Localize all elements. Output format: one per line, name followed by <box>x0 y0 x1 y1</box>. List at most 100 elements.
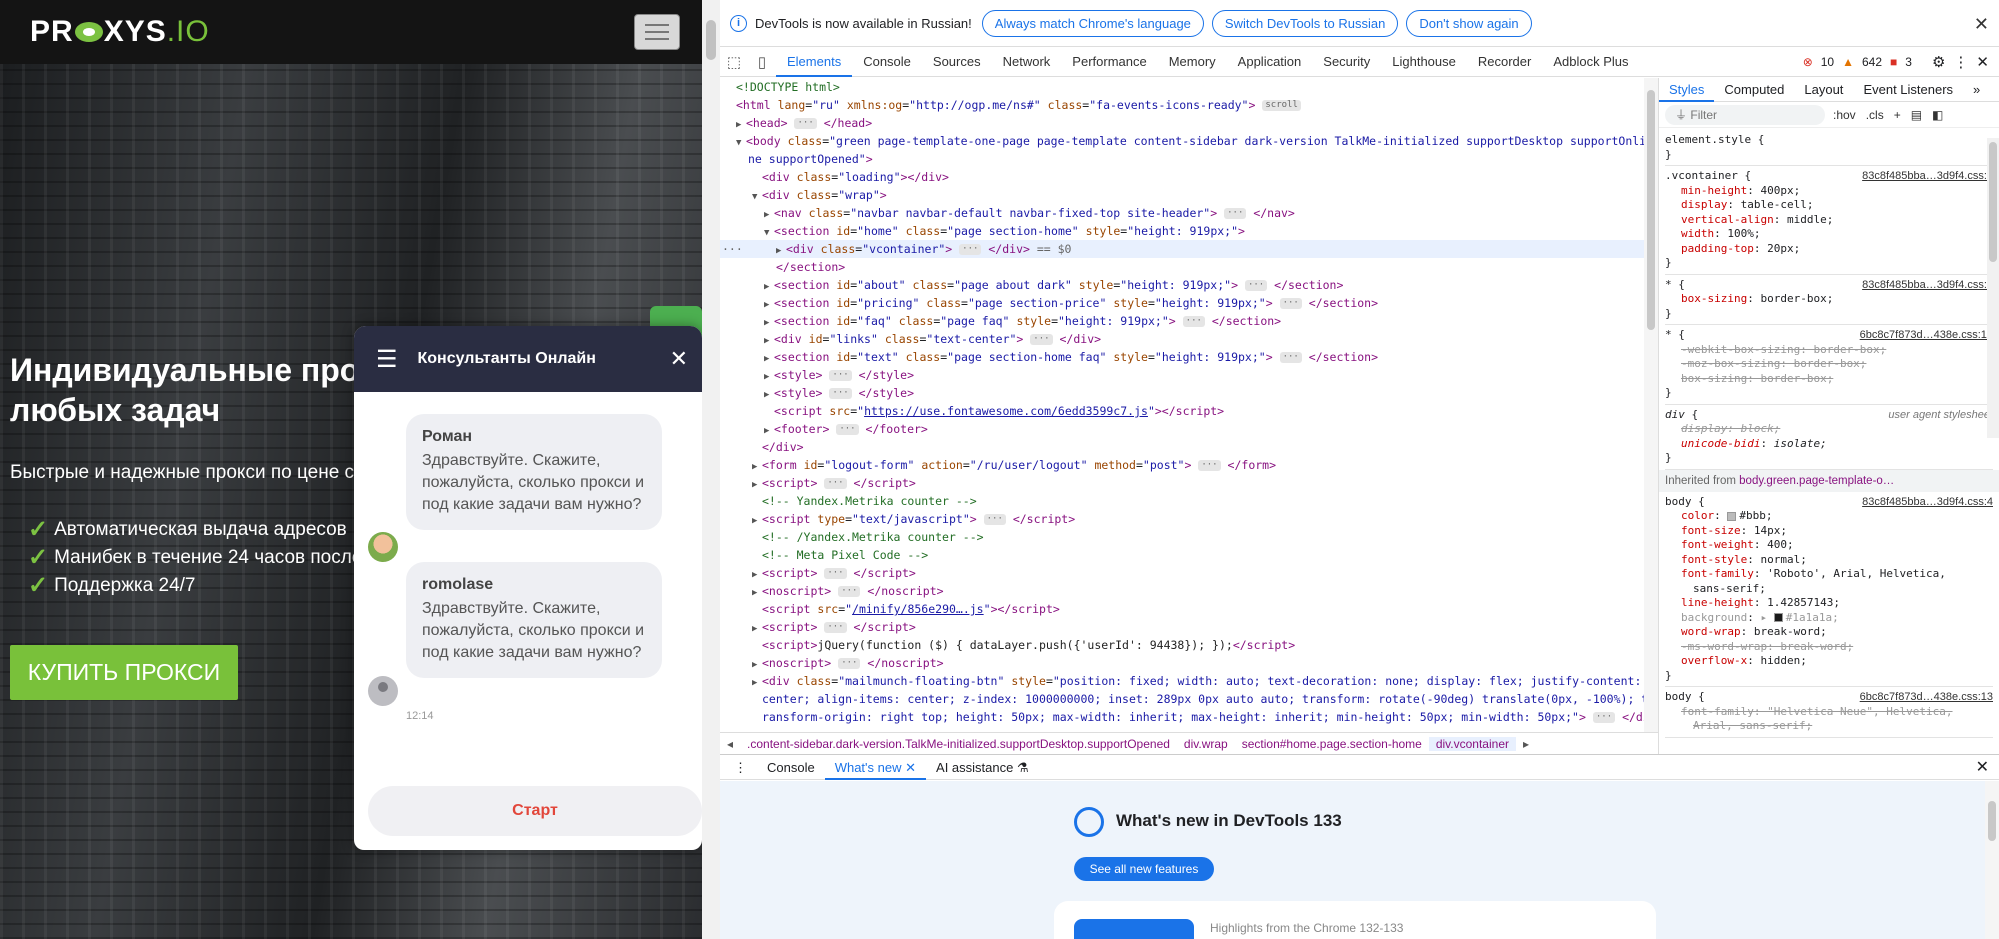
dom-node-selected[interactable]: ··· ▶ <div class="vcontainer"> ··· </div> … <box>720 240 1644 258</box>
sidebar-toggle-icon[interactable]: ◧ <box>1932 108 1943 122</box>
inherited-link[interactable]: body.green.page-template-o… <box>1739 475 1894 487</box>
tab-lighthouse[interactable]: Lighthouse <box>1381 47 1467 77</box>
drawer-tab-whats-new[interactable]: What's new ✕ <box>824 755 927 780</box>
css-rule[interactable]: * {6bc8c7f873d…438e.css:13 -webkit-box-s… <box>1665 325 1993 405</box>
dom-node[interactable]: ▼ <body class="green page-template-one-pa… <box>720 132 1644 150</box>
dom-node[interactable]: ▶ <script> ··· </script> <box>720 564 1644 582</box>
hamburger-menu-button[interactable] <box>634 14 680 50</box>
dom-node[interactable]: ▶ <section id="faq" class="page faq" styl… <box>720 312 1644 330</box>
dom-node[interactable]: ne supportOpened"> <box>720 150 1644 168</box>
tab-styles[interactable]: Styles <box>1659 78 1715 102</box>
inspect-element-icon[interactable]: ⬚ <box>720 47 748 77</box>
dom-node[interactable]: ▶ <head> ··· </head> <box>720 114 1644 132</box>
dom-node[interactable]: <!DOCTYPE html> <box>720 78 1644 96</box>
scrollbar-thumb[interactable] <box>706 20 716 60</box>
dom-node[interactable]: ▶ <section id="text" class="page section-… <box>720 348 1644 366</box>
scrollbar-thumb[interactable] <box>1989 142 1997 262</box>
dom-node[interactable]: <script>jQuery(function ($) { dataLayer.… <box>720 636 1644 654</box>
dom-node[interactable]: <html lang="ru" xmlns:og="http://ogp.me/… <box>720 96 1644 114</box>
dom-node[interactable]: ▶ <nav class="navbar navbar-default navba… <box>720 204 1644 222</box>
chat-menu-icon[interactable]: ☰ <box>376 345 398 374</box>
close-devtools-icon[interactable]: ✕ <box>1976 53 1989 71</box>
dom-node[interactable]: center; align-items: center; z-index: 10… <box>720 690 1644 708</box>
chat-start-button[interactable]: Старт <box>368 786 702 836</box>
breadcrumb-forward-icon[interactable]: ▸ <box>1516 737 1536 751</box>
dom-node[interactable]: ▶ <section id="about" class="page about d… <box>720 276 1644 294</box>
switch-language-button[interactable]: Switch DevTools to Russian <box>1211 9 1399 37</box>
tab-sources[interactable]: Sources <box>922 47 992 77</box>
dom-node[interactable]: ▶ <div class="mailmunch-floating-btn" sty… <box>720 672 1644 690</box>
dom-node[interactable]: <!-- /Yandex.Metrika counter --> <box>720 528 1644 546</box>
more-tabs-icon[interactable]: » <box>1963 78 1990 102</box>
drawer-menu-icon[interactable]: ⋮ <box>724 755 757 780</box>
scrollbar-thumb[interactable] <box>1647 90 1655 330</box>
tab-security[interactable]: Security <box>1312 47 1381 77</box>
tab-event-listeners[interactable]: Event Listeners <box>1853 78 1963 102</box>
tab-computed[interactable]: Computed <box>1714 78 1794 102</box>
css-rule[interactable]: body {6bc8c7f873d…438e.css:13 font-famil… <box>1665 687 1993 738</box>
buy-proxy-button[interactable]: КУПИТЬ ПРОКСИ <box>10 645 238 700</box>
drawer-tab-ai-assistance[interactable]: AI assistance ⚗ <box>926 755 1039 780</box>
dom-node[interactable]: ▶ <form id="logout-form" action="/ru/user… <box>720 456 1644 474</box>
dom-node[interactable]: ▶ <div id="links" class="text-center"> ··… <box>720 330 1644 348</box>
styles-filter-input[interactable]: ⏚ Filter <box>1665 104 1825 125</box>
css-rule[interactable]: element.style { } <box>1665 130 1993 166</box>
more-options-icon[interactable]: ⋮ <box>1953 53 1968 71</box>
paint-icon[interactable]: ▤ <box>1911 108 1922 122</box>
settings-gear-icon[interactable]: ⚙ <box>1932 53 1945 71</box>
dom-node[interactable]: ▶ <noscript> ··· </noscript> <box>720 582 1644 600</box>
tab-application[interactable]: Application <box>1227 47 1313 77</box>
breadcrumb-back-icon[interactable]: ◂ <box>720 737 740 751</box>
tab-performance[interactable]: Performance <box>1061 47 1157 77</box>
breadcrumb-item[interactable]: .content-sidebar.dark-version.TalkMe-ini… <box>740 737 1177 751</box>
breadcrumb-item-current[interactable]: div.vcontainer <box>1428 736 1516 751</box>
tab-recorder[interactable]: Recorder <box>1467 47 1542 77</box>
dom-node[interactable]: ▶ <footer> ··· </footer> <box>720 420 1644 438</box>
dom-node[interactable]: <script src="/minify/856e290….js"></scri… <box>720 600 1644 618</box>
status-counters[interactable]: ⊗ 10 ▲ 642 ■ 3 ⚙ ⋮ ✕ <box>1803 47 1989 77</box>
hover-state-toggle[interactable]: :hov <box>1833 108 1856 122</box>
tab-adblock-plus[interactable]: Adblock Plus <box>1542 47 1639 77</box>
close-tab-icon[interactable]: ✕ <box>905 760 916 775</box>
scrollbar-thumb[interactable] <box>1988 801 1996 841</box>
css-rule[interactable]: body {83c8f485bba…3d9f4.css:4 color: #bb… <box>1665 492 1993 687</box>
styles-scrollbar[interactable] <box>1987 138 1999 438</box>
match-language-button[interactable]: Always match Chrome's language <box>981 9 1204 37</box>
dom-node[interactable]: ▶ <script> ··· </script> <box>720 618 1644 636</box>
dom-node[interactable]: ▶ <style> ··· </style> <box>720 384 1644 402</box>
device-toolbar-icon[interactable]: ▯ <box>748 47 776 77</box>
dom-node[interactable]: ▶ <section id="pricing" class="page secti… <box>720 294 1644 312</box>
drawer-tab-console[interactable]: Console <box>757 755 825 780</box>
dont-show-again-button[interactable]: Don't show again <box>1406 9 1532 37</box>
chat-close-icon[interactable]: ✕ <box>670 346 688 372</box>
add-rule-icon[interactable]: + <box>1894 108 1901 122</box>
close-icon[interactable]: ✕ <box>1974 14 1989 35</box>
tab-network[interactable]: Network <box>992 47 1062 77</box>
breadcrumb-item[interactable]: section#home.page.section-home <box>1235 737 1429 751</box>
tab-console[interactable]: Console <box>852 47 922 77</box>
dom-node[interactable]: ▶ <script type="text/javascript"> ··· </s… <box>720 510 1644 528</box>
css-rule[interactable]: div {user agent stylesheet display: bloc… <box>1665 405 1993 470</box>
drawer-scrollbar[interactable] <box>1985 781 1999 939</box>
site-logo[interactable]: PR XYS .IO <box>30 15 210 49</box>
dom-node[interactable]: <script src="https://use.fontawesome.com… <box>720 402 1644 420</box>
dom-node[interactable]: </div> <box>720 438 1644 456</box>
close-drawer-icon[interactable]: ✕ <box>1976 757 1989 777</box>
class-toggle[interactable]: .cls <box>1866 108 1884 122</box>
tab-elements[interactable]: Elements <box>776 47 853 77</box>
dom-node[interactable]: <!-- Meta Pixel Code --> <box>720 546 1644 564</box>
dom-node[interactable]: ransform-origin: right top; height: 50px… <box>720 708 1644 726</box>
dom-node[interactable]: ▶ <style> ··· </style> <box>720 366 1644 384</box>
css-rule[interactable]: .vcontainer {83c8f485bba…3d9f4.css:4 min… <box>1665 166 1993 275</box>
dom-node[interactable]: </section> <box>720 258 1644 276</box>
dom-scrollbar[interactable] <box>1644 78 1658 732</box>
dom-node[interactable]: ▼ <div class="wrap"> <box>720 186 1644 204</box>
dom-node[interactable]: ▼ <section id="home" class="page section-… <box>720 222 1644 240</box>
dom-node[interactable]: ▶ <noscript> ··· </noscript> <box>720 654 1644 672</box>
see-all-features-button[interactable]: See all new features <box>1074 857 1214 881</box>
dom-node[interactable]: ▶ <script> ··· </script> <box>720 474 1644 492</box>
dom-node[interactable]: <div class="loading"></div> <box>720 168 1644 186</box>
breadcrumb-item[interactable]: div.wrap <box>1177 737 1235 751</box>
highlight-card[interactable]: Highlights from the Chrome 132-133 <box>1054 901 1656 939</box>
css-rule[interactable]: * {83c8f485bba…3d9f4.css:4 box-sizing: b… <box>1665 275 1993 325</box>
